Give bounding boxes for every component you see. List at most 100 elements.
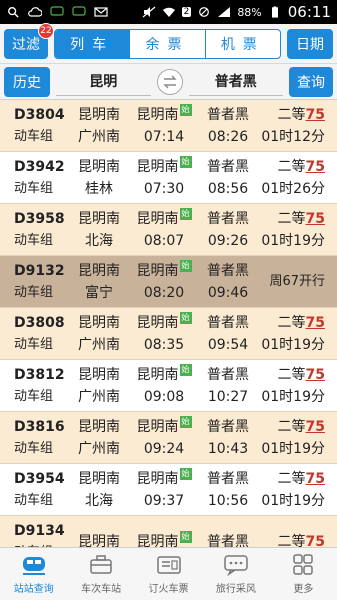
ticket-icon [156, 555, 181, 574]
train-number: D3816 [14, 418, 65, 435]
nav-label: 站站查询 [13, 583, 54, 595]
train-number: D3942 [14, 158, 65, 175]
train-number: D3954 [14, 470, 65, 487]
history-button[interactable]: 历史 [4, 66, 50, 97]
origin-start-tag: 始 [179, 155, 192, 168]
seat-count-link[interactable]: 75 [306, 471, 325, 487]
seat-class: 二等 [277, 418, 306, 435]
tab-flights[interactable]: 机票 [204, 29, 280, 58]
tab-train[interactable]: 列车 [55, 29, 130, 58]
seat-class: 二等 [277, 158, 306, 175]
train-row[interactable]: D3954 动车组 昆明南 北海 昆明南始 09:37 普者黑 10:56 二等… [0, 464, 337, 516]
seat-info: 二等75 [278, 416, 325, 438]
origin-start-tag: 始 [179, 363, 192, 376]
nav-station-query[interactable]: 站站查询 [0, 548, 67, 600]
nav-label: 更多 [293, 583, 314, 595]
train-row[interactable]: D3812 动车组 昆明南 广州南 昆明南始 09:08 普者黑 10:27 二… [0, 360, 337, 412]
run-days-notice: 周67开行 [269, 273, 325, 289]
train-row[interactable]: D3808 动车组 昆明南 广州南 昆明南始 08:35 普者黑 09:54 二… [0, 308, 337, 360]
train-number: D3808 [14, 314, 65, 331]
terminal-station: 桂林 [85, 180, 113, 197]
seat-count-link[interactable]: 75 [306, 419, 325, 435]
nav-travel[interactable]: 旅行采风 [202, 548, 269, 600]
arrival-station: 普者黑 [207, 262, 249, 279]
duration: 01时12分 [261, 128, 325, 145]
filter-button[interactable]: 过滤 22 [4, 22, 54, 59]
seat-info: 二等75 [278, 104, 325, 126]
origin-station: 昆明南 [78, 158, 120, 175]
train-type: 动车组 [14, 440, 54, 456]
train-row[interactable]: D3816 动车组 昆明南 广州南 昆明南始 09:24 普者黑 10:43 二… [0, 412, 337, 464]
train-icon [22, 556, 45, 575]
seat-class: 二等 [277, 470, 306, 487]
train-row[interactable]: D3958 动车组 昆明南 北海 昆明南始 08:07 普者黑 09:26 二等… [0, 204, 337, 256]
train-type: 动车组 [14, 336, 54, 352]
seat-count-link[interactable]: 75 [306, 367, 325, 383]
arrival-station: 普者黑 [207, 106, 249, 123]
from-station[interactable]: 昆明 [56, 68, 151, 96]
train-row[interactable]: D3942 动车组 昆明南 桂林 昆明南始 07:30 普者黑 08:56 二等… [0, 152, 337, 204]
seat-count-link[interactable]: 75 [306, 534, 325, 548]
departure-station: 昆明南始 [137, 467, 192, 490]
seat-class: 二等 [277, 106, 306, 123]
train-number: D3812 [14, 366, 65, 383]
seat-info: 二等75 [278, 208, 325, 230]
departure-station-name: 昆明南 [136, 366, 179, 383]
seat-count-link[interactable]: 75 [306, 315, 325, 331]
nav-train-station[interactable]: 车次车站 [67, 548, 134, 600]
arrival-time: 09:46 [207, 284, 249, 301]
departure-time: 09:08 [143, 388, 185, 405]
train-type: 动车组 [14, 284, 54, 300]
seat-count-link[interactable]: 75 [306, 211, 325, 227]
duration: 01时19分 [261, 388, 325, 405]
departure-station-name: 昆明南 [136, 418, 179, 435]
arrival-time: 10:27 [207, 388, 249, 405]
train-number: D9132 [14, 262, 65, 279]
origin-station: 昆明南 [78, 106, 120, 123]
tab-remaining-tickets[interactable]: 余票 [129, 29, 204, 58]
train-number: D9134 [14, 522, 65, 539]
departure-station-name: 昆明南 [136, 314, 179, 331]
duration: 01时19分 [261, 492, 325, 509]
train-row[interactable]: D3804 动车组 昆明南 广州南 昆明南始 07:14 普者黑 08:26 二… [0, 100, 337, 152]
terminal-station: 北海 [85, 232, 113, 249]
origin-station: 昆明南 [78, 366, 120, 383]
search-icon [8, 7, 19, 18]
arrival-time: 09:26 [207, 232, 249, 249]
departure-time: 09:37 [143, 492, 185, 509]
train-row[interactable]: D9134 动车组 昆明南 昆明南始 普者黑 二等75 [0, 516, 337, 547]
filter-count-badge: 22 [38, 22, 54, 39]
to-station[interactable]: 普者黑 [188, 68, 283, 96]
arrival-time: 09:54 [207, 336, 249, 353]
origin-station: 昆明南 [78, 314, 120, 331]
query-button[interactable]: 查询 [289, 66, 333, 97]
seat-count-link[interactable]: 75 [306, 107, 325, 123]
terminal-station: 广州南 [78, 336, 120, 353]
seat-count-link[interactable]: 75 [306, 159, 325, 175]
nav-book-ticket[interactable]: 订火车票 [135, 548, 202, 600]
origin-station: 昆明南 [78, 262, 120, 279]
nav-more[interactable]: 更多 [270, 548, 337, 600]
mode-tabs: 列车 余票 机票 [54, 28, 281, 59]
arrival-time: 08:56 [207, 180, 249, 197]
status-bar: 2 88% 06:11 [0, 0, 337, 24]
origin-station: 昆明南 [78, 470, 120, 487]
origin-station: 昆明南 [78, 418, 120, 435]
origin-start-tag: 始 [179, 467, 192, 480]
train-type: 动车组 [14, 128, 54, 144]
mute-icon [142, 6, 155, 18]
seat-info: 二等75 [278, 468, 325, 490]
terminal-station: 广州南 [78, 440, 120, 457]
train-row[interactable]: D9132 动车组 昆明南 富宁 昆明南始 08:20 普者黑 09:46 周6… [0, 256, 337, 308]
date-button[interactable]: 日期 [287, 28, 333, 59]
departure-station-name: 昆明南 [136, 210, 179, 227]
signal-icon [218, 7, 231, 17]
swap-stations-button[interactable] [156, 68, 183, 95]
seat-info: 二等75 [278, 364, 325, 386]
duration: 01时19分 [261, 336, 325, 353]
bottom-nav: 站站查询 车次车站 订火车票 旅行采风 更多 [0, 547, 337, 600]
nav-label: 车次车站 [81, 583, 122, 595]
departure-time: 08:35 [143, 336, 185, 353]
grid-icon [293, 553, 314, 575]
seat-class: 二等 [277, 210, 306, 227]
